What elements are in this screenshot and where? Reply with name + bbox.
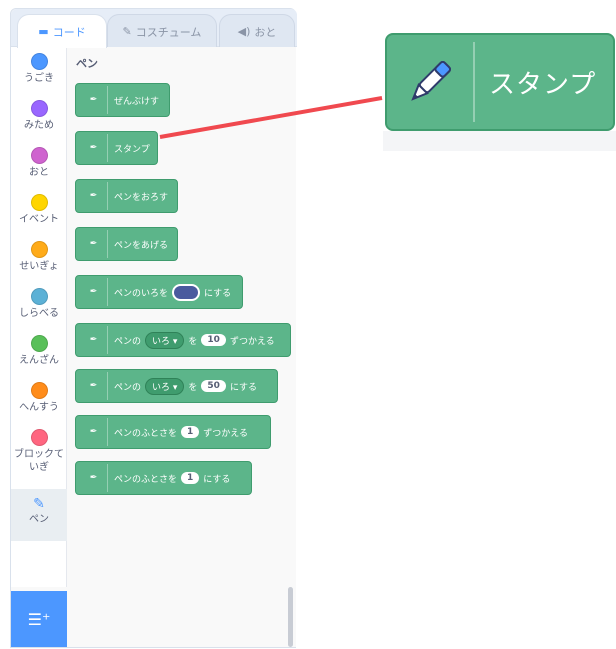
zoom-block-label: スタンプ bbox=[489, 69, 597, 100]
tab-code-label: コード bbox=[52, 25, 86, 39]
tab-code[interactable]: ▬ コード bbox=[17, 14, 107, 48]
zoom-background bbox=[383, 131, 616, 151]
code-icon: ▬ bbox=[38, 25, 49, 38]
callout-line bbox=[159, 96, 383, 139]
zoomed-stamp-block: スタンプ bbox=[385, 33, 615, 131]
pen-icon bbox=[387, 42, 475, 122]
